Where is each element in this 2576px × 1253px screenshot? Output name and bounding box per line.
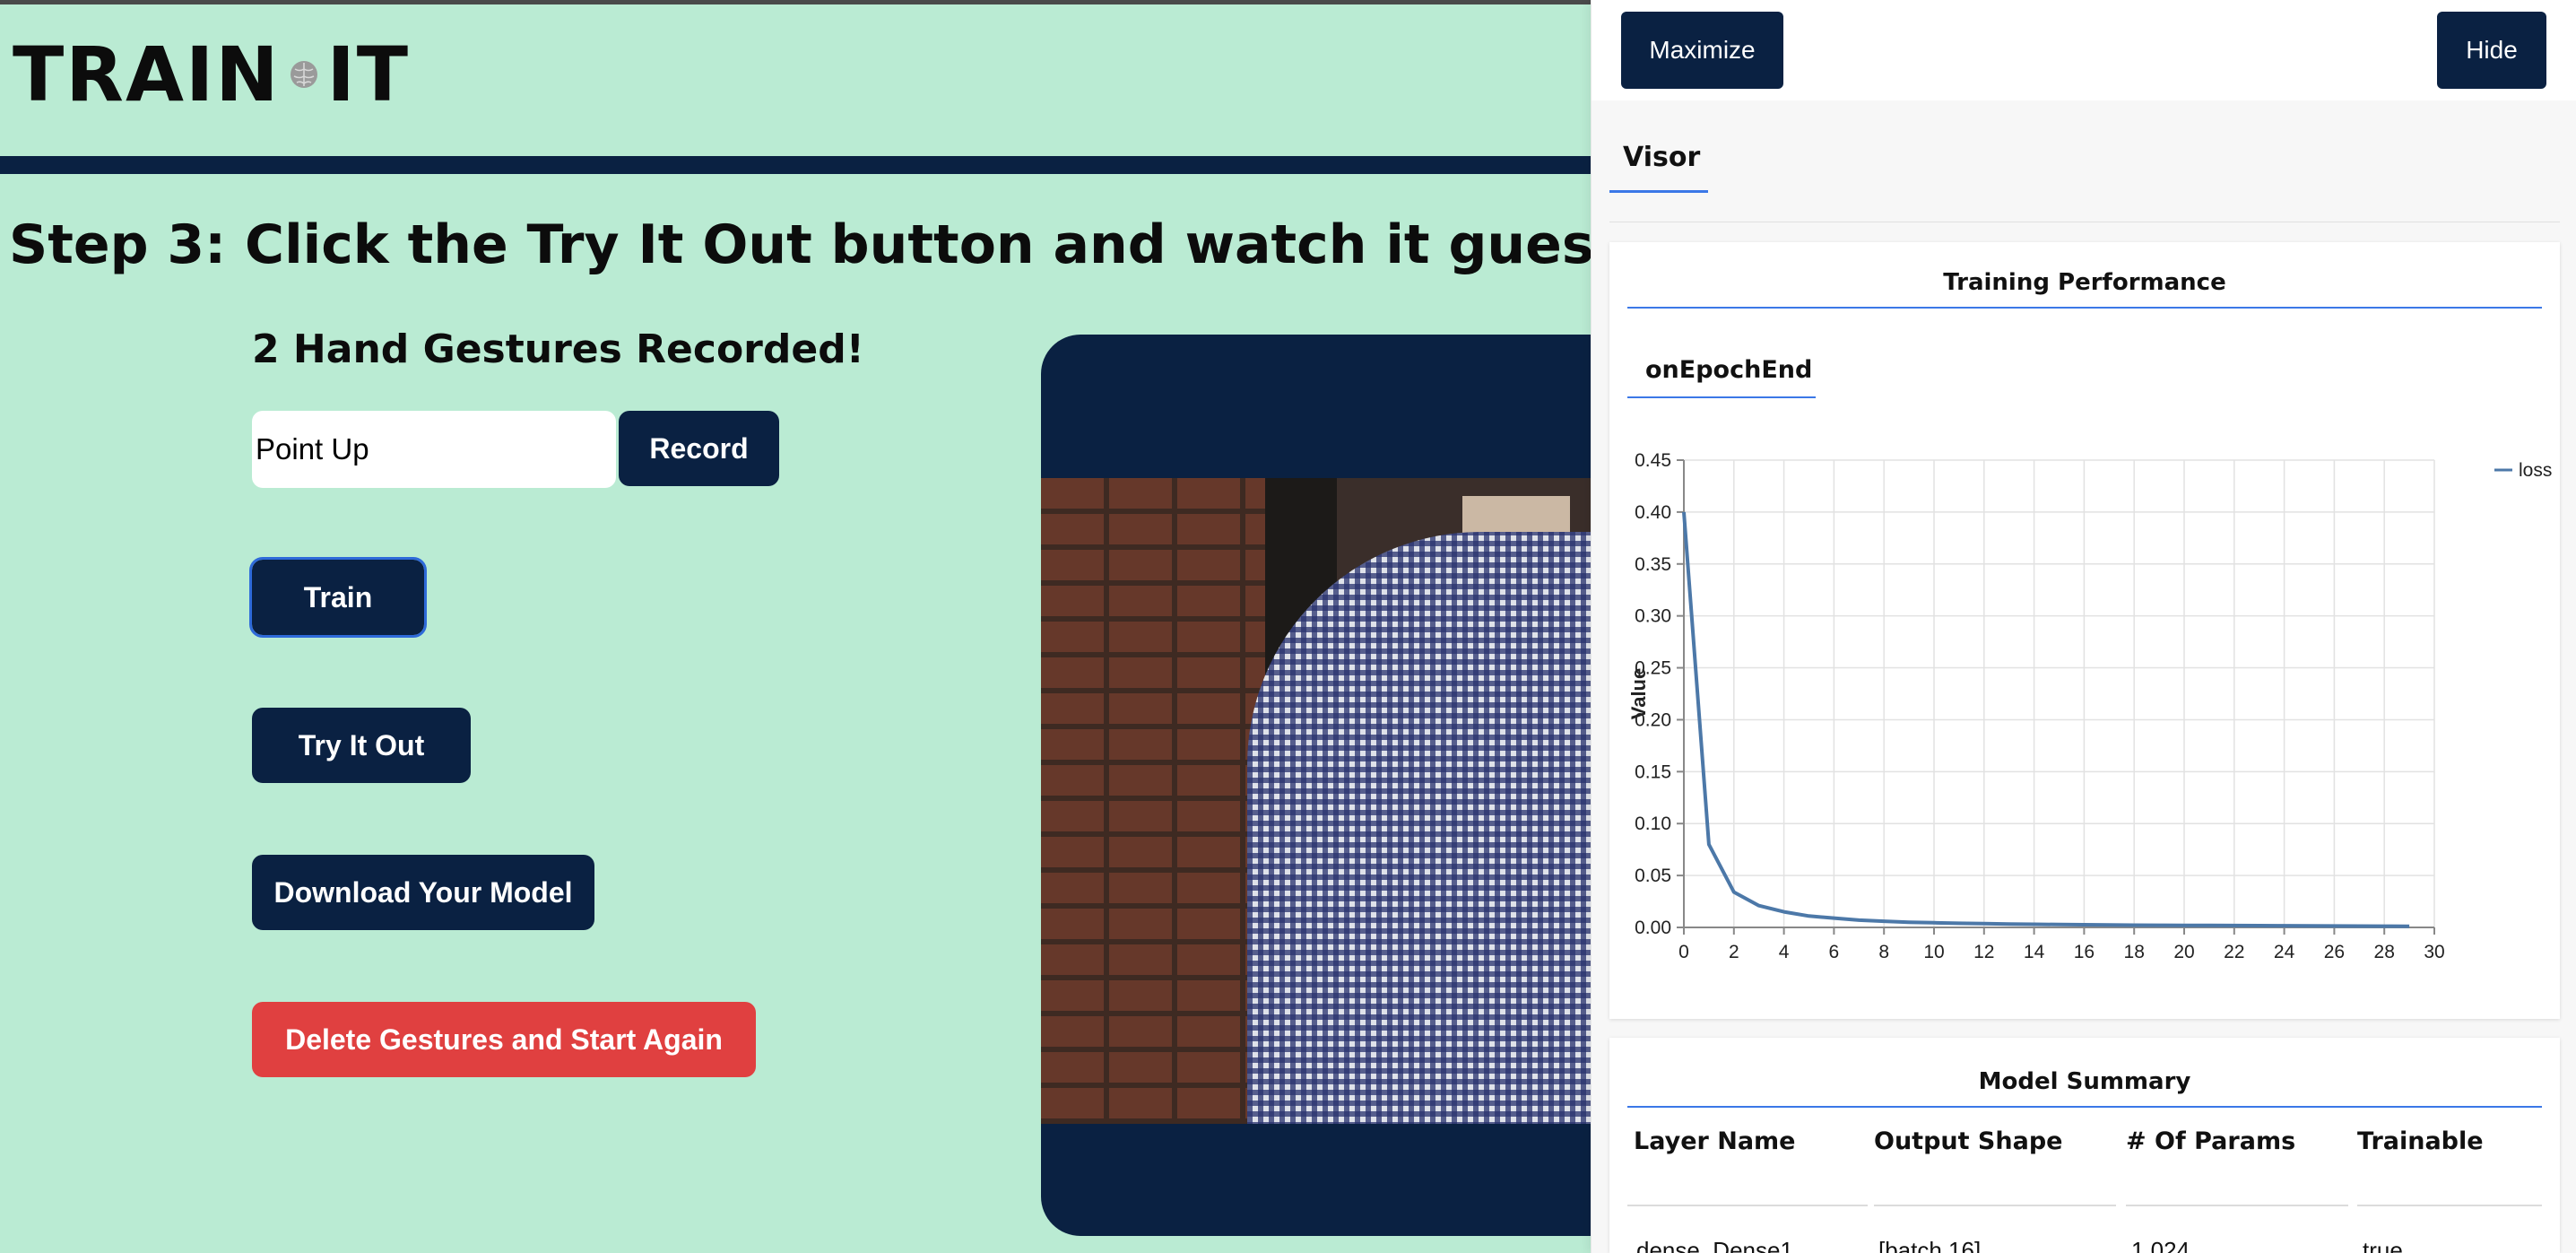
try-it-out-button[interactable]: Try It Out	[252, 708, 471, 783]
column-header: Trainable	[2357, 1127, 2484, 1155]
download-model-button[interactable]: Download Your Model	[252, 855, 594, 930]
y-tick-label: 0.00	[1635, 918, 1671, 938]
title-rule	[1627, 307, 2542, 309]
x-tick-label: 8	[1878, 942, 1889, 962]
table-cell: true	[2363, 1237, 2403, 1253]
x-tick-label: 10	[1923, 942, 1944, 962]
visor-header: Maximize Hide	[1592, 0, 2576, 100]
x-tick-label: 30	[2424, 942, 2444, 962]
y-tick-label: 0.15	[1635, 761, 1671, 782]
y-tick-label: 0.05	[1635, 866, 1671, 886]
x-tick-label: 24	[2274, 942, 2295, 962]
x-tick-label: 0	[1678, 942, 1689, 962]
header-rule	[2357, 1205, 2542, 1206]
table-cell: 1,024	[2131, 1237, 2190, 1253]
model-summary-card: Model Summary Layer Name Output Shape # …	[1609, 1038, 2560, 1253]
maximize-button[interactable]: Maximize	[1621, 12, 1783, 89]
tab-on-epoch-end[interactable]: onEpochEnd	[1645, 356, 1812, 384]
loss-chart: 0 2 4 6 8 10 12 14 16 18 20 22 24 26 28 300.000.050.100…	[1627, 450, 2552, 962]
x-tick-label: 28	[2374, 942, 2395, 962]
y-tick-label: 0.35	[1635, 554, 1671, 575]
legend-label: loss	[2519, 460, 2552, 481]
tab-visor[interactable]: Visor	[1623, 142, 1700, 173]
title-rule	[1627, 1106, 2542, 1108]
train-button[interactable]: Train	[249, 557, 427, 638]
y-axis-title: Value	[1627, 668, 1650, 719]
y-tick-label: 0.45	[1635, 450, 1671, 471]
y-tick-label: 0.40	[1635, 502, 1671, 523]
training-performance-title: Training Performance	[1943, 269, 2226, 296]
x-tick-label: 14	[2024, 942, 2045, 962]
train-it-logo: TRAIN IT	[13, 34, 410, 115]
table-cell: [batch,16]	[1878, 1237, 1982, 1253]
header-rule	[2126, 1205, 2348, 1206]
gestures-recorded-heading: 2 Hand Gestures Recorded!	[252, 326, 864, 372]
x-tick-label: 2	[1729, 942, 1739, 962]
subtab-underline	[1627, 396, 1816, 398]
navbar-divider	[0, 156, 1614, 174]
hide-button[interactable]: Hide	[2437, 12, 2546, 89]
column-header: Layer Name	[1634, 1127, 1796, 1155]
y-tick-label: 0.10	[1635, 814, 1671, 834]
step-title: Step 3: Click the Try It Out button and …	[9, 213, 1864, 276]
brain-icon	[290, 61, 317, 88]
x-tick-label: 20	[2173, 942, 2194, 962]
table-cell: dense_Dense1	[1636, 1237, 1793, 1253]
tab-visor-underline	[1609, 190, 1708, 193]
model-summary-title: Model Summary	[1978, 1068, 2191, 1095]
x-tick-label: 6	[1829, 942, 1840, 962]
delete-gestures-button[interactable]: Delete Gestures and Start Again	[252, 1002, 756, 1077]
webcam-frame	[1041, 335, 1669, 1236]
column-header: # Of Params	[2126, 1127, 2296, 1155]
header-rule	[1627, 1205, 1868, 1206]
column-header: Output Shape	[1874, 1127, 2063, 1155]
gesture-name-input[interactable]	[252, 411, 616, 488]
record-button[interactable]: Record	[619, 411, 779, 486]
logo-text-train: TRAIN	[13, 30, 281, 118]
x-tick-label: 4	[1779, 942, 1790, 962]
logo-text-it: IT	[326, 30, 411, 118]
x-tick-label: 22	[2224, 942, 2244, 962]
x-tick-label: 18	[2124, 942, 2145, 962]
visor-panel: Maximize Hide Visor Training Performance…	[1591, 0, 2576, 1253]
y-tick-label: 0.30	[1635, 606, 1671, 627]
x-tick-label: 16	[2074, 942, 2095, 962]
header-rule	[1874, 1205, 2116, 1206]
x-tick-label: 26	[2324, 942, 2345, 962]
webcam-video	[1041, 478, 1669, 1124]
brick-wall-background	[1041, 478, 1265, 1124]
training-performance-card: Training Performance onEpochEnd 0 2 4 6 8 10 1…	[1609, 242, 2560, 1019]
x-tick-label: 12	[1973, 942, 1994, 962]
